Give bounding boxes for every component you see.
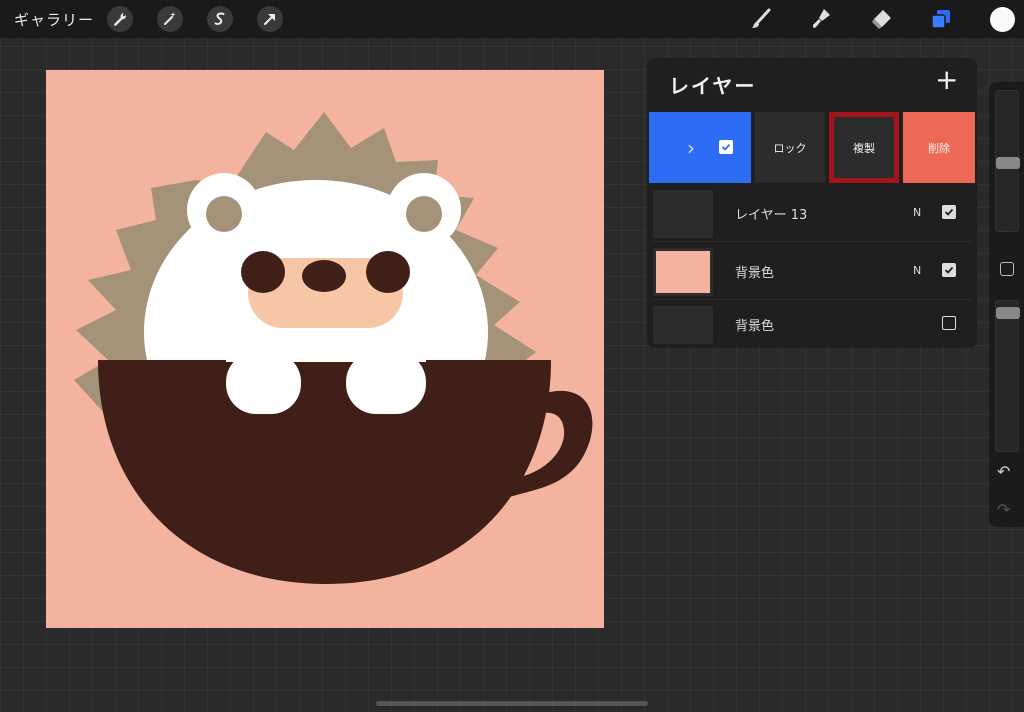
visibility-checkbox[interactable]	[719, 140, 733, 154]
left-ear-inner	[206, 196, 242, 232]
layer-name: 背景色	[735, 319, 775, 334]
brush-icon[interactable]	[748, 6, 774, 32]
layer-swipe-actions: › ロック 複製 削除	[649, 112, 975, 183]
wrench-icon[interactable]	[107, 6, 133, 32]
layer-name: 背景色	[735, 266, 775, 281]
right-sidebar: ↶ ↷	[989, 82, 1024, 527]
transform-arrow-icon[interactable]	[257, 6, 283, 32]
eraser-icon[interactable]	[868, 6, 894, 32]
nose	[302, 260, 346, 292]
layer-name: レイヤー 13	[735, 208, 808, 223]
chevron-right-icon: ›	[687, 136, 695, 160]
top-toolbar: ギャラリー	[0, 0, 1024, 38]
selection-icon[interactable]	[207, 6, 233, 32]
right-ear-inner	[406, 196, 442, 232]
redo-icon[interactable]: ↷	[997, 500, 1010, 519]
layer-thumbnail	[653, 306, 713, 344]
color-picker-swatch[interactable]	[990, 7, 1015, 32]
drawing-canvas[interactable]	[46, 70, 604, 628]
brush-size-thumb[interactable]	[996, 157, 1020, 169]
panel-title: レイヤー	[669, 74, 757, 98]
visibility-checkbox[interactable]	[942, 263, 956, 277]
undo-icon[interactable]: ↶	[997, 462, 1010, 481]
opacity-thumb[interactable]	[996, 307, 1020, 319]
visibility-checkbox[interactable]	[942, 316, 956, 330]
home-indicator[interactable]	[376, 701, 648, 706]
gallery-button[interactable]: ギャラリー	[14, 9, 94, 30]
layer-item[interactable]: 背景色	[651, 302, 973, 346]
cup-body	[98, 360, 551, 584]
selected-layer-handle[interactable]: ›	[649, 112, 751, 183]
delete-button[interactable]: 削除	[903, 112, 975, 183]
brush-size-slider[interactable]	[995, 90, 1020, 232]
blend-mode-button[interactable]: N	[913, 264, 921, 277]
layer-thumbnail	[653, 248, 713, 296]
lock-button[interactable]: ロック	[755, 112, 825, 183]
layer-thumbnail	[653, 190, 713, 238]
blend-mode-button[interactable]: N	[913, 206, 921, 219]
modify-button[interactable]	[1000, 262, 1014, 276]
right-eye	[366, 251, 410, 293]
opacity-slider[interactable]	[995, 300, 1020, 452]
layers-panel: レイヤー + › ロック 複製 削除 レイヤー 13 N 背景色 N 背景色	[647, 58, 977, 348]
layers-icon[interactable]	[928, 6, 954, 32]
left-eye	[241, 251, 285, 293]
layer-item[interactable]: 背景色 N	[651, 244, 973, 300]
layer-item[interactable]: レイヤー 13 N	[651, 186, 973, 242]
smudge-icon[interactable]	[808, 6, 834, 32]
visibility-checkbox[interactable]	[942, 205, 956, 219]
hedgehog-cup-illustration	[74, 112, 593, 584]
add-layer-button[interactable]: +	[935, 66, 958, 94]
duplicate-button[interactable]: 複製	[829, 112, 899, 183]
magic-wand-icon[interactable]	[157, 6, 183, 32]
